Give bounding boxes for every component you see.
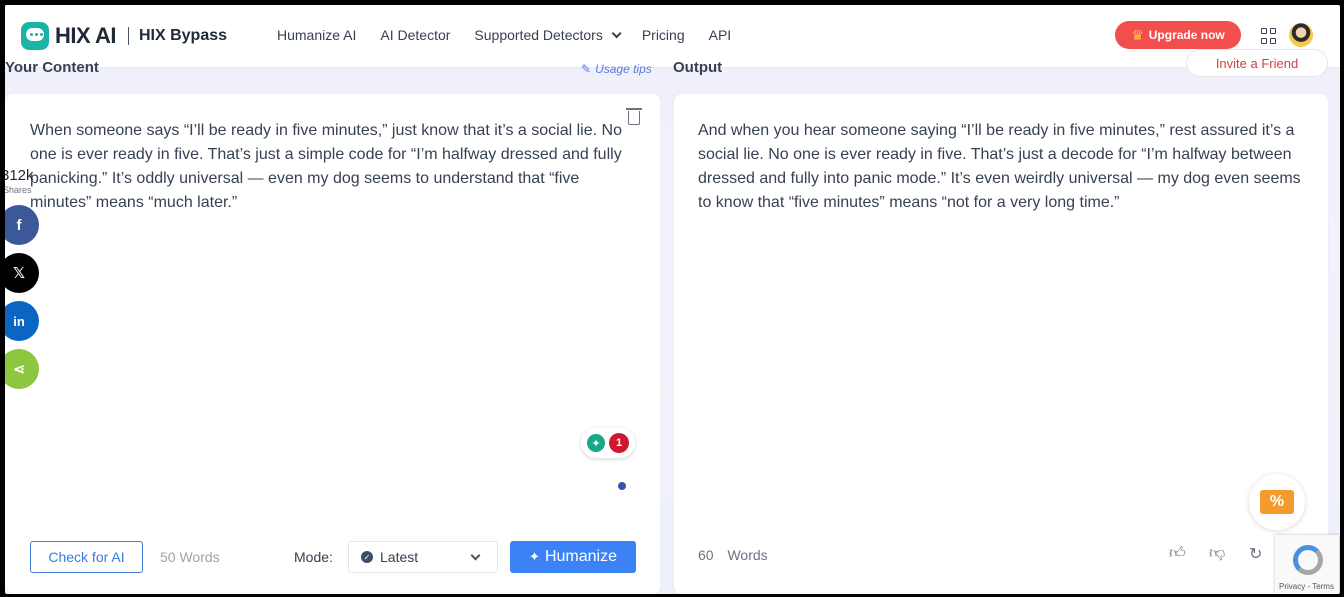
regenerate-icon[interactable]: ↻ xyxy=(1249,544,1262,564)
user-avatar[interactable] xyxy=(1289,23,1313,47)
mode-label: Mode: xyxy=(294,549,333,565)
nav-humanize-ai[interactable]: Humanize AI xyxy=(277,27,356,43)
sparkle-icon: ✦ xyxy=(529,549,540,564)
discount-ticket-icon: % xyxy=(1260,490,1294,514)
nav-supported-detectors[interactable]: Supported Detectors xyxy=(474,27,622,43)
recaptcha-terms[interactable]: Privacy - Terms xyxy=(1279,582,1334,591)
nav-supported-detectors-label: Supported Detectors xyxy=(474,27,603,43)
app-window: HIX AI HIX Bypass Humanize AI AI Detecto… xyxy=(5,5,1340,594)
lightbulb-icon: ✦ xyxy=(587,434,605,452)
product-name: HIX Bypass xyxy=(138,27,228,44)
nav-ai-detector[interactable]: AI Detector xyxy=(380,27,450,43)
verified-badge-icon: ✓ xyxy=(361,551,373,563)
humanize-label: Humanize xyxy=(544,548,617,565)
brand-logo[interactable]: HIX AI HIX Bypass xyxy=(21,22,227,50)
trash-icon[interactable] xyxy=(626,108,642,125)
thumbs-up-icon[interactable]: 👍︎ xyxy=(1169,544,1186,563)
output-word-count: 60 Words xyxy=(698,547,768,563)
apps-grid-icon[interactable] xyxy=(1261,28,1277,44)
content-input[interactable]: When someone says “I’ll be ready in five… xyxy=(30,119,630,215)
logo-divider xyxy=(127,27,129,45)
facebook-icon: f xyxy=(16,216,22,234)
output-panel: And when you hear someone saying “I’ll b… xyxy=(674,94,1328,594)
nav-pricing[interactable]: Pricing xyxy=(642,27,685,43)
crown-icon: ♛ xyxy=(1131,26,1144,43)
grammar-check-widget[interactable]: ✦ 1 xyxy=(581,428,635,458)
nav-api[interactable]: API xyxy=(709,27,732,43)
issue-count-badge: 1 xyxy=(609,433,629,453)
output-section-title: Output xyxy=(673,59,723,76)
recaptcha-badge[interactable]: Privacy - Terms xyxy=(1275,535,1339,594)
linkedin-icon: in xyxy=(13,313,25,329)
discount-promo-button[interactable]: % xyxy=(1249,474,1305,530)
main-nav: Humanize AI AI Detector Supported Detect… xyxy=(277,27,755,43)
recaptcha-icon xyxy=(1293,545,1323,575)
output-word-count-number: 60 xyxy=(698,547,714,563)
usage-tips-link[interactable]: ✎ Usage tips xyxy=(581,62,652,76)
share-count: 312k xyxy=(5,167,34,184)
output-text: And when you hear someone saying “I’ll b… xyxy=(698,122,1301,211)
invite-friend-button[interactable]: Invite a Friend xyxy=(1186,49,1328,77)
share-icon: ⋖ xyxy=(12,361,26,378)
status-dot xyxy=(618,482,626,490)
invite-friend-label: Invite a Friend xyxy=(1215,55,1299,71)
thumbs-down-icon[interactable]: 👎︎ xyxy=(1209,544,1225,563)
mode-value: Latest xyxy=(380,549,419,565)
upgrade-label: Upgrade now xyxy=(1148,28,1225,42)
input-panel: When someone says “I’ll be ready in five… xyxy=(5,94,660,594)
input-section-title: Your Content xyxy=(5,59,99,76)
top-navigation-bar: HIX AI HIX Bypass Humanize AI AI Detecto… xyxy=(5,5,1340,67)
upgrade-button[interactable]: ♛ Upgrade now xyxy=(1115,21,1241,49)
chevron-down-icon xyxy=(611,27,622,38)
output-word-count-label: Words xyxy=(727,547,768,563)
hix-logo-icon xyxy=(21,22,49,50)
check-for-ai-button[interactable]: Check for AI xyxy=(30,541,143,573)
humanize-button[interactable]: ✦ Humanize xyxy=(510,541,636,573)
chevron-down-icon xyxy=(470,550,481,561)
usage-tips-label: Usage tips xyxy=(595,62,652,76)
pencil-icon: ✎ xyxy=(581,62,592,76)
x-icon: 𝕏 xyxy=(12,265,26,282)
input-word-count: 50 Words xyxy=(160,549,220,565)
share-count-label: Shares xyxy=(5,185,32,195)
brand-name: HIX AI xyxy=(55,23,116,48)
mode-select[interactable]: ✓ Latest xyxy=(348,541,498,573)
